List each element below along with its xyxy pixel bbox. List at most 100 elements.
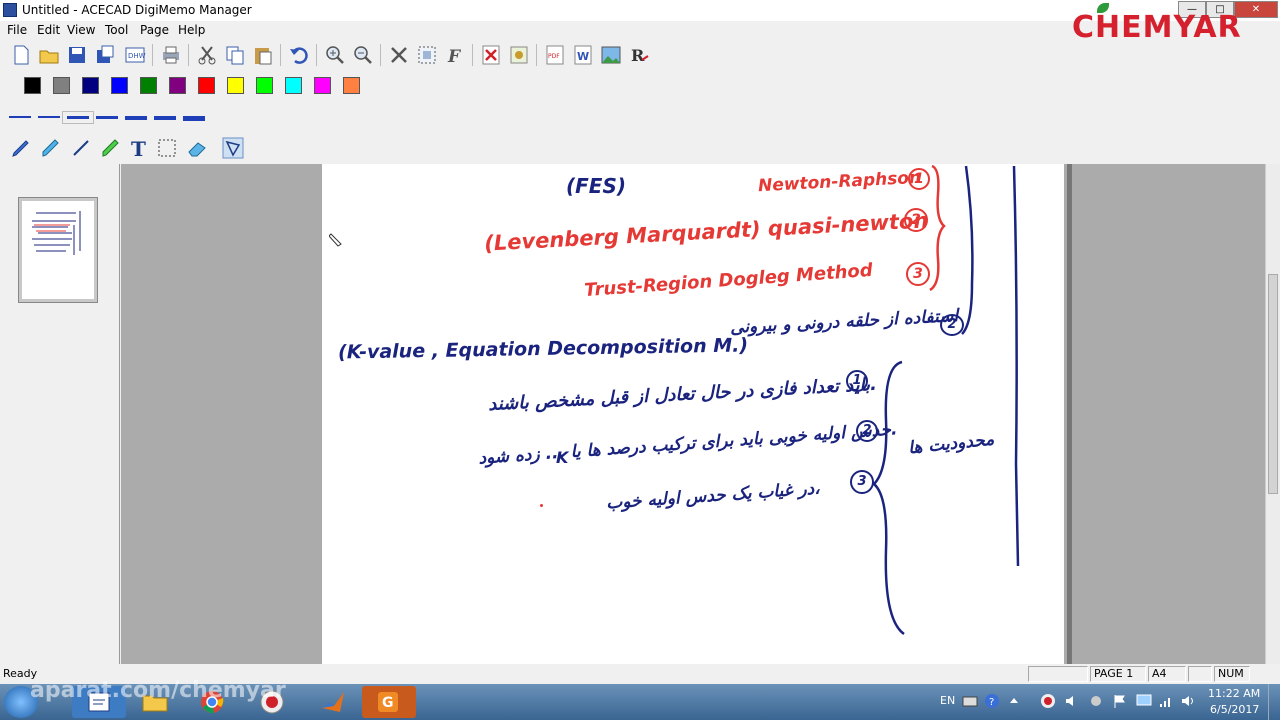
line-width-toolbar	[4, 102, 216, 132]
display-icon[interactable]	[1136, 693, 1152, 709]
color-gray-swatch[interactable]	[53, 77, 70, 94]
chemyar-logo: CHEMYAR	[1072, 10, 1242, 54]
window-title: Untitled - ACECAD DigiMemo Manager	[22, 3, 252, 17]
status-num: NUM	[1214, 666, 1250, 682]
dhw-icon[interactable]: DHW	[124, 44, 146, 66]
print-icon[interactable]	[160, 44, 182, 66]
word-icon[interactable]: W	[572, 44, 594, 66]
pdf-app-icon: G	[378, 692, 398, 712]
color-green-swatch[interactable]	[140, 77, 157, 94]
pen-icon[interactable]	[10, 137, 32, 159]
open-icon[interactable]	[38, 44, 60, 66]
note-persian-item-1: باید تعداد فازی در حال تعادل از قبل مشخص…	[487, 373, 878, 416]
copy-icon[interactable]	[224, 44, 246, 66]
color-yellow-swatch[interactable]	[227, 77, 244, 94]
text-icon[interactable]: T	[128, 137, 150, 159]
green-pen-icon[interactable]	[100, 137, 122, 159]
line-icon[interactable]	[70, 137, 92, 159]
menu-edit[interactable]: Edit	[37, 23, 60, 37]
tray-arrow-icon[interactable]	[1006, 693, 1022, 709]
menu-file[interactable]: File	[7, 23, 27, 37]
eraser-icon[interactable]	[186, 137, 208, 159]
close-doc-icon[interactable]	[480, 44, 502, 66]
note-k-symbol: K	[556, 448, 569, 467]
menu-bar: File Edit View Tool Page Help	[0, 21, 1060, 39]
color-toolbar	[4, 71, 368, 101]
image-icon[interactable]	[600, 44, 622, 66]
paste-icon[interactable]	[252, 44, 274, 66]
save-icon[interactable]	[66, 44, 88, 66]
color-lime-swatch[interactable]	[256, 77, 273, 94]
line-width-5[interactable]	[125, 116, 147, 120]
volume-icon[interactable]	[1064, 693, 1080, 709]
task-matlab[interactable]	[306, 686, 360, 718]
language-indicator[interactable]: EN	[940, 694, 955, 707]
pdf-icon[interactable]: PDF	[544, 44, 566, 66]
line-width-2[interactable]	[38, 116, 60, 118]
note-trust-region: Trust-Region Dogleg Method	[583, 259, 874, 302]
pen-cursor-icon	[329, 233, 342, 247]
highlighter-icon[interactable]	[40, 137, 62, 159]
record-tray-icon[interactable]	[1040, 693, 1056, 709]
line-width-4[interactable]	[96, 116, 118, 119]
keyboard-icon[interactable]	[962, 693, 978, 709]
color-cyan-swatch[interactable]	[285, 77, 302, 94]
color-magenta-swatch[interactable]	[314, 77, 331, 94]
menu-tool[interactable]: Tool	[105, 23, 128, 37]
help-icon[interactable]: ?	[984, 693, 1000, 709]
color-navy-swatch[interactable]	[82, 77, 99, 94]
line-width-6[interactable]	[154, 116, 176, 120]
note-persian-item-2: حدس اولیه خوبی باید برای ترکیب درصد ها ی…	[477, 419, 899, 469]
color-red-swatch[interactable]	[198, 77, 215, 94]
select-icon[interactable]	[416, 44, 438, 66]
menu-page[interactable]: Page	[140, 23, 169, 37]
thumbnail-preview	[22, 201, 94, 299]
note-page[interactable]: (FES) Newton-Raphson 1 (Levenberg Marqua…	[322, 164, 1064, 664]
vertical-scrollbar[interactable]	[1265, 164, 1280, 664]
scroll-thumb[interactable]	[1268, 274, 1278, 494]
page-thumbnail[interactable]	[18, 197, 98, 303]
menu-view[interactable]: View	[67, 23, 95, 37]
settings-icon[interactable]	[508, 44, 530, 66]
flag-icon[interactable]	[1112, 693, 1128, 709]
zoom-in-icon[interactable]	[324, 44, 346, 66]
color-black-swatch[interactable]	[24, 77, 41, 94]
task-pdf-app[interactable]: G	[362, 686, 416, 718]
selection-icon[interactable]	[156, 137, 178, 159]
show-desktop-button[interactable]	[1268, 684, 1280, 720]
app-icon	[3, 3, 17, 17]
main-toolbar: DHW F PDF W R	[4, 40, 656, 70]
cut-icon[interactable]	[196, 44, 218, 66]
network-icon[interactable]	[1158, 693, 1174, 709]
watermark: aparat.com/chemyar	[30, 678, 286, 703]
menu-help[interactable]: Help	[178, 23, 205, 37]
line-width-7[interactable]	[183, 116, 205, 121]
status-paper-size: A4	[1148, 666, 1186, 682]
clock-date[interactable]: 6/5/2017	[1210, 703, 1259, 716]
note-kvalue: (K-value , Equation Decomposition M.)	[337, 334, 749, 364]
note-fes: (FES)	[566, 174, 627, 198]
delete-icon[interactable]	[388, 44, 410, 66]
lasso-icon[interactable]	[222, 137, 244, 159]
color-blue-swatch[interactable]	[111, 77, 128, 94]
zoom-out-icon[interactable]	[352, 44, 374, 66]
color-purple-swatch[interactable]	[169, 77, 186, 94]
undo-icon[interactable]	[288, 44, 310, 66]
note-levenberg: (Levenberg Marquardt) quasi-newton	[483, 208, 929, 256]
color-orange-swatch[interactable]	[343, 77, 360, 94]
status-page: PAGE 1	[1090, 666, 1146, 682]
settings-tray-icon[interactable]	[1088, 693, 1104, 709]
save-as-icon[interactable]	[94, 44, 116, 66]
font-icon[interactable]: F	[444, 44, 466, 66]
note-newton-raphson: Newton-Raphson	[757, 167, 922, 197]
line-width-1[interactable]	[9, 116, 31, 118]
tools-toolbar: T	[4, 133, 250, 163]
speaker-icon[interactable]	[1180, 693, 1196, 709]
line-width-3[interactable]	[62, 111, 94, 124]
page-thumbnail-panel	[0, 164, 120, 664]
recognize-icon[interactable]: R	[628, 44, 650, 66]
matlab-icon	[322, 692, 344, 712]
new-icon[interactable]	[10, 44, 32, 66]
clock-time[interactable]: 11:22 AM	[1208, 687, 1260, 700]
note-persian-line-2: استفاده از حلقه درونی و بیرونی	[729, 306, 959, 338]
